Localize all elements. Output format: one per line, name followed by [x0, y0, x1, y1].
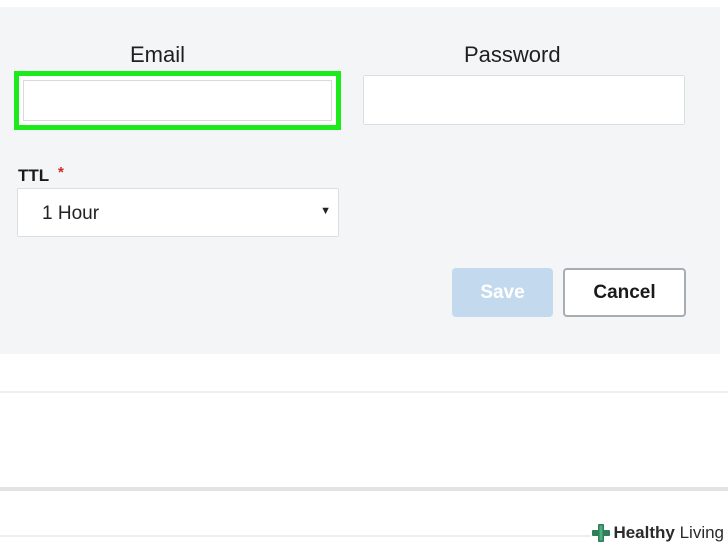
watermark-brand-light: Living: [674, 523, 724, 542]
password-input[interactable]: [363, 75, 685, 125]
divider: [0, 487, 728, 491]
ttl-select[interactable]: 1 Hour ▼: [17, 188, 339, 237]
cancel-button[interactable]: Cancel: [563, 268, 686, 317]
required-marker: *: [58, 164, 64, 181]
email-input[interactable]: [23, 80, 332, 121]
watermark-brand-bold: Healthy: [613, 523, 675, 542]
medical-cross-icon: [591, 523, 611, 543]
ttl-label: TTL: [18, 166, 50, 185]
watermark: Healthy Living: [591, 520, 728, 546]
email-input-highlight: [14, 71, 341, 130]
email-label: Email: [130, 42, 186, 67]
save-button[interactable]: Save: [452, 268, 553, 317]
form-panel: Email Password TTL * 1 Hour ▼ Save Cance…: [0, 7, 720, 354]
divider: [0, 391, 728, 393]
caret-down-icon: ▼: [320, 205, 331, 217]
watermark-brand: Healthy Living: [613, 523, 724, 543]
password-label: Password: [464, 42, 561, 67]
ttl-selected-value: 1 Hour: [42, 203, 100, 224]
